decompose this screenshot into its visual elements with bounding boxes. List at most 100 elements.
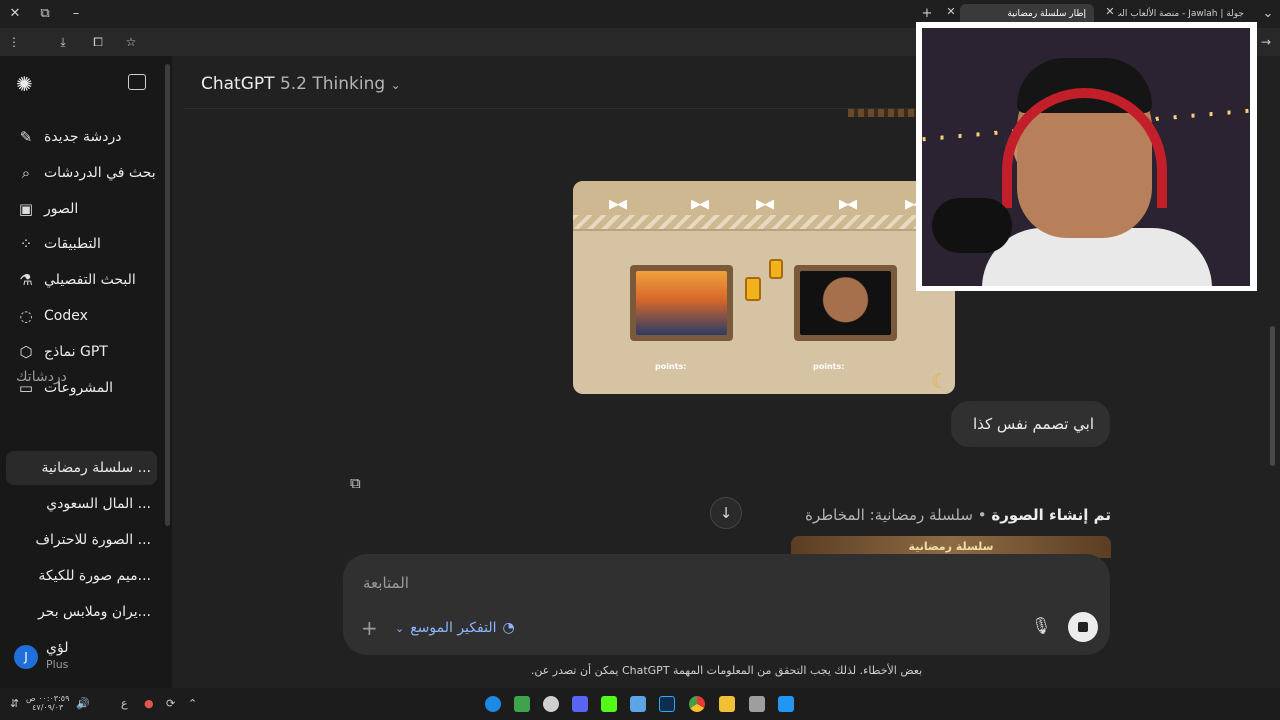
minimize-window-icon[interactable]: – [67,5,85,23]
sidebar-item-1[interactable]: ⌕ بحث في الدردشات [12,157,160,189]
deep-research-icon: ⚗ [19,271,33,289]
bookmark-star-icon[interactable]: ☆ [122,33,140,51]
codex-icon: ◌ [19,307,33,325]
model-version: 5.2 Thinking [279,74,386,94]
extensions-icon[interactable]: ⧠ [89,33,107,51]
download-icon[interactable]: ⤓ [54,33,72,51]
app-icon[interactable] [749,696,765,712]
chat-item[interactable]: ... المال السعودي [6,487,157,521]
model-selector[interactable]: ChatGPT 5.2 Thinking ⌄ [201,74,401,94]
sidebar-item-label: بحث في الدردشات [44,165,156,181]
tab-label: جولة | Jawlah - منصة الألعاب الت [1118,9,1244,19]
sidebar-item-label: Codex [44,308,88,324]
uploaded-image[interactable]: ▶◀ ▶◀ ▶◀ ▶◀ ▶◀ points: points: ☾ [573,181,955,394]
edge-icon[interactable] [485,696,501,712]
tab-jawlah[interactable]: جولة | Jawlah - منصة الألعاب الت [1118,4,1252,24]
scroll-down-button[interactable]: ↓ [710,497,742,529]
microphone-foam [932,198,1012,253]
chat-item[interactable]: ...يران وملابس بحر [6,595,157,629]
sidebar-item-6[interactable]: ⬡ نماذج GPT [12,336,160,368]
new-tab-button[interactable]: + [918,5,936,23]
sidebar-scrollbar[interactable] [165,64,170,526]
separator: • [972,506,987,524]
notification-icon[interactable]: ⇵ [10,697,19,710]
generated-banner-text: سلسلة رمضانية [908,540,994,553]
previous-image-edge [848,109,916,117]
kick-icon[interactable] [601,696,617,712]
clock-date: ٤٧/٠٩/٠٣ [32,703,64,712]
chat-item[interactable]: ... الصورة للاحتراف [6,523,157,557]
sidebar-item-5[interactable]: ◌ Codex [12,300,160,332]
thinking-mode-label: التفكير الموسع [410,620,497,636]
taskbar-clock[interactable]: ٠٠:٠٣:٥٩ ص ٤٧/٠٩/٠٣ [26,694,69,712]
sidebar-item-2[interactable]: ▣ الصور [12,193,160,225]
webcam-overlay [916,22,1257,291]
webcam-video [922,28,1250,286]
sidebar-item-label: دردشة جديدة [44,129,122,145]
volume-icon[interactable]: 🔊 [76,697,90,710]
sidebar-item-label: نماذج GPT [44,344,108,360]
chat-item[interactable]: ...ميم صورة للكيكة [6,559,157,593]
user-name[interactable]: لؤي [46,640,68,656]
discord-icon[interactable] [572,696,588,712]
notepad-icon[interactable] [630,696,646,712]
search-icon: ⌕ [21,164,31,182]
model-name: ChatGPT [201,74,275,94]
gpts-icon: ⬡ [19,343,33,361]
photoshop-icon[interactable] [659,696,675,712]
thinking-icon: ◔ [502,620,515,636]
images-icon: ▣ [18,200,34,218]
close-window-icon[interactable]: ✕ [6,5,24,23]
sidebar-item-label: الصور [44,201,79,217]
openai-logo-icon[interactable]: ✺ [16,72,33,96]
chat-title: ... سلسلة رمضانية [41,460,151,476]
language-indicator[interactable]: ع [121,697,128,710]
chatgpt-app-icon[interactable] [543,696,559,712]
tab-active[interactable]: إطار سلسلة رمضانية [960,4,1094,24]
restore-window-icon[interactable]: ⧉ [36,5,54,23]
windows-start-icon[interactable] [778,696,794,712]
sidebar-toggle-icon[interactable] [128,74,146,90]
sync-icon[interactable]: ⟳ [166,697,175,710]
image-saw-pattern [573,215,955,229]
clock-time: ٠٠:٠٣:٥٩ ص [26,694,70,703]
points-label: points: [655,362,687,371]
user-avatar[interactable]: J [14,645,38,669]
generated-status: تم إنشاء الصورة [991,506,1111,524]
composer[interactable]: المتابعة + ◔ التفكير الموسع ⌄ 🎙 [343,554,1110,655]
app-icon[interactable] [514,696,530,712]
apps-icon: ⁘ [19,235,33,253]
header-divider [184,108,916,109]
pattern-icon: ▶◀ [691,197,709,212]
back-icon[interactable]: → [1257,33,1275,51]
copy-icon[interactable]: ⧉ [350,474,368,492]
crescent-icon: ☾ [931,369,949,393]
sidebar-item-0[interactable]: ✎ دردشة جديدة [12,121,160,153]
new-chat-icon: ✎ [19,128,33,146]
chat-title: ... الصورة للاحتراف [35,532,152,548]
generated-name: سلسلة رمضانية: المخاطرة [805,506,973,524]
lantern-icon [745,277,761,301]
chrome-icon[interactable] [689,696,705,712]
mic-tray-icon[interactable]: ● [144,697,154,710]
chevron-down-icon: ⌄ [390,78,401,92]
sidebar-item-4[interactable]: ⚗ البحث التفصيلي [12,264,160,296]
tab-label: إطار سلسلة رمضانية [1007,9,1086,19]
main-scrollbar[interactable] [1270,326,1275,466]
microphone-icon[interactable]: 🎙 [1031,616,1051,635]
chat-item[interactable]: ... سلسلة رمضانية [6,451,157,485]
tab-search-icon[interactable]: ⌄ [1259,5,1277,23]
file-explorer-icon[interactable] [719,696,735,712]
composer-input[interactable]: المتابعة [363,574,409,592]
tray-expand-icon[interactable]: ⌃ [188,697,197,710]
chat-title: ...ميم صورة للكيكة [38,568,151,584]
pattern-icon: ▶◀ [609,197,627,212]
sidebar-item-3[interactable]: ⁘ التطبيقات [12,228,160,260]
tab-close-icon[interactable]: ✕ [1103,5,1117,18]
thinking-mode-selector[interactable]: ◔ التفكير الموسع ⌄ [395,616,515,640]
tab-close-icon[interactable]: ✕ [944,5,958,18]
add-attachment-icon[interactable]: + [361,616,378,640]
menu-icon[interactable]: ⋮ [5,33,23,51]
stop-button[interactable] [1068,612,1098,642]
photo-frame-left [630,265,733,341]
